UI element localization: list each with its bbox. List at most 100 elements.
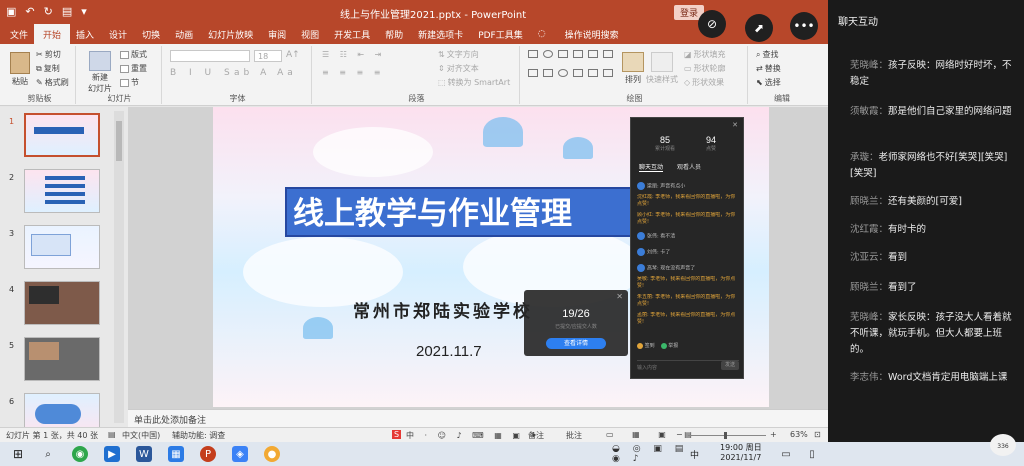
notes-button[interactable]: 备注 xyxy=(528,430,544,441)
replace-button[interactable]: ⇄ 替换 xyxy=(756,63,781,74)
tab-new-tab[interactable]: 新建选项卡 xyxy=(418,28,463,41)
zoom-slider[interactable] xyxy=(688,432,766,439)
tab-slideshow[interactable]: 幻灯片放映 xyxy=(208,28,253,41)
tab-developer[interactable]: 开发工具 xyxy=(334,28,370,41)
list-buttons[interactable]: ☰ ☷ ⇤ ⇥ xyxy=(322,50,385,59)
tab-viewers[interactable]: 观看人员 xyxy=(677,162,701,172)
zoom-level[interactable]: 63% xyxy=(790,430,808,439)
tab-animations[interactable]: 动画 xyxy=(175,28,193,41)
search-icon[interactable]: ⌕ xyxy=(40,446,56,462)
windows-start-icon[interactable]: ⊞ xyxy=(10,446,26,462)
quick-styles-button[interactable]: 快速样式 xyxy=(646,52,678,85)
ime-toolbar[interactable]: 中 · ☺ ♪ ⌨ ▦ ▣ ✦ xyxy=(406,430,541,441)
zoom-out-icon[interactable]: − xyxy=(676,430,683,439)
close-icon[interactable]: ✕ xyxy=(616,292,623,301)
share-screen-icon[interactable]: ⬈ xyxy=(745,14,773,42)
clock[interactable]: 19:00 周日 2021/11/7 xyxy=(720,443,762,463)
smartart-button[interactable]: ⬚ 转换为 SmartArt xyxy=(438,77,510,88)
comments-button[interactable]: 批注 xyxy=(566,430,582,441)
tab-pdf[interactable]: PDF工具集 xyxy=(478,28,523,41)
system-tray[interactable]: ◒ ◎ ▣ ▤ ◉ ♪ xyxy=(612,444,702,464)
chat-message: 沈红霞：有时卡的 xyxy=(850,224,927,235)
file-explorer-icon[interactable]: ▦ xyxy=(168,446,184,462)
send-button[interactable]: 发送 xyxy=(721,361,739,370)
ime-indicator[interactable]: 中 xyxy=(690,448,699,461)
tab-design[interactable]: 设计 xyxy=(109,28,127,41)
tab-home[interactable]: 开始 xyxy=(34,23,71,45)
powerpoint-icon[interactable]: P xyxy=(200,446,216,462)
font-name-select[interactable] xyxy=(170,50,250,62)
accessibility-status[interactable]: 辅助功能: 调查 xyxy=(172,430,225,441)
paste-icon xyxy=(10,52,30,74)
chat-line: 顾小红: 李老师，我来看回你的直播啦，为你点赞! xyxy=(637,212,736,225)
format-painter-button[interactable]: ✎ 格式刷 xyxy=(36,77,69,88)
more-icon[interactable]: ••• xyxy=(790,12,818,40)
camera-off-icon[interactable]: ⊘ xyxy=(698,10,726,38)
thumbnail-image xyxy=(24,169,100,213)
view-details-button[interactable]: 查看详情 xyxy=(546,338,606,349)
cut-button[interactable]: ✂ 剪切 xyxy=(36,49,61,60)
group-clipboard: 粘贴 ✂ 剪切 ⧉ 复制 ✎ 格式刷 剪贴板 xyxy=(4,46,76,104)
tab-file[interactable]: 文件 xyxy=(10,28,28,41)
tab-insert[interactable]: 插入 xyxy=(76,28,94,41)
arrange-button[interactable]: 排列 xyxy=(622,52,644,85)
meeting-app-icon[interactable]: ● xyxy=(264,446,280,462)
sogou-ime-icon[interactable]: S xyxy=(392,430,402,439)
align-buttons[interactable]: ≡ ≡ ≡ ≡ xyxy=(322,68,384,77)
reset-button[interactable]: 重置 xyxy=(120,63,147,74)
shape-outline-button[interactable]: ▭ 形状轮廓 xyxy=(684,63,726,74)
tell-me[interactable]: ◌ 操作说明搜索 xyxy=(538,28,634,41)
text-direction-button[interactable]: ⇅ 文字方向 xyxy=(438,49,479,60)
view-buttons[interactable]: ▭ ▦ ▣ ▤ xyxy=(606,430,700,439)
copy-button[interactable]: ⧉ 复制 xyxy=(36,63,60,74)
grow-font-icon[interactable]: A↑ xyxy=(286,50,300,60)
font-color-buttons[interactable]: ab A Aa xyxy=(234,68,297,78)
shape-effects-button[interactable]: ◇ 形状效果 xyxy=(684,77,724,88)
app-icon[interactable]: ▶ xyxy=(104,446,120,462)
tab-view[interactable]: 视图 xyxy=(301,28,319,41)
select-button[interactable]: ⬉ 选择 xyxy=(756,77,781,88)
viewer-count-badge[interactable]: 336 xyxy=(990,434,1016,456)
close-icon[interactable]: ✕ xyxy=(732,121,738,129)
zoom-in-icon[interactable]: + xyxy=(770,430,777,439)
dropdown-icon[interactable]: ▾ xyxy=(81,5,87,18)
new-slide-button[interactable]: 新建 幻灯片 xyxy=(88,51,112,93)
font-style-buttons[interactable]: B I U S xyxy=(170,68,235,78)
thumbnail-item[interactable]: 5 xyxy=(0,335,128,385)
tab-review[interactable]: 审阅 xyxy=(268,28,286,41)
thumbnail-item[interactable]: 2 xyxy=(0,167,128,217)
align-text-button[interactable]: ⇕ 对齐文本 xyxy=(438,63,479,74)
notes-pane[interactable]: 单击此处添加备注 xyxy=(128,409,828,427)
thumbnail-item[interactable]: 3 xyxy=(0,223,128,273)
thumbnail-item[interactable]: 1 xyxy=(0,111,128,161)
live-app-icon[interactable]: ◈ xyxy=(232,446,248,462)
fit-slide-icon[interactable]: ⊡ xyxy=(814,430,821,439)
thumbnail-scrollbar[interactable] xyxy=(114,111,124,423)
browser-icon[interactable]: ◉ xyxy=(72,446,88,462)
tab-help[interactable]: 帮助 xyxy=(385,28,403,41)
tab-chat[interactable]: 聊天互动 xyxy=(639,162,664,172)
redo-icon[interactable]: ↻ xyxy=(44,5,53,18)
chat-message: 顾晓兰：还有美颜的[可爱] xyxy=(850,196,962,207)
thumbnail-item[interactable]: 4 xyxy=(0,279,128,329)
paste-button[interactable]: 粘贴 xyxy=(10,52,30,87)
font-size-select[interactable]: 18 xyxy=(254,50,282,62)
thumbnail-item[interactable]: 6 xyxy=(0,391,128,427)
report-item[interactable]: 举报 xyxy=(660,342,678,349)
tab-transitions[interactable]: 切换 xyxy=(142,28,160,41)
section-button[interactable]: 节 xyxy=(120,77,139,88)
chat-line: 吴敏: 李老师，我来看回你的直播啦，为你点赞! xyxy=(637,276,736,289)
spellcheck-icon[interactable]: ▤ xyxy=(108,430,116,439)
find-button[interactable]: ⌕ 查找 xyxy=(756,49,778,60)
word-icon[interactable]: W xyxy=(136,446,152,462)
undo-icon[interactable]: ↶ xyxy=(25,5,34,18)
notification-icon[interactable]: ▭ xyxy=(778,446,794,462)
checkin-item[interactable]: 签到 xyxy=(637,342,655,349)
shapes-gallery[interactable] xyxy=(528,50,613,84)
shape-fill-button[interactable]: ◪ 形状填充 xyxy=(684,49,726,60)
language-indicator[interactable]: 中文(中国) xyxy=(122,430,160,441)
layout-button[interactable]: 版式 xyxy=(120,49,147,60)
save-icon[interactable]: ▣ xyxy=(6,5,16,18)
present-icon[interactable]: ▤ xyxy=(62,5,72,18)
show-desktop-icon[interactable]: ▯ xyxy=(804,446,820,462)
